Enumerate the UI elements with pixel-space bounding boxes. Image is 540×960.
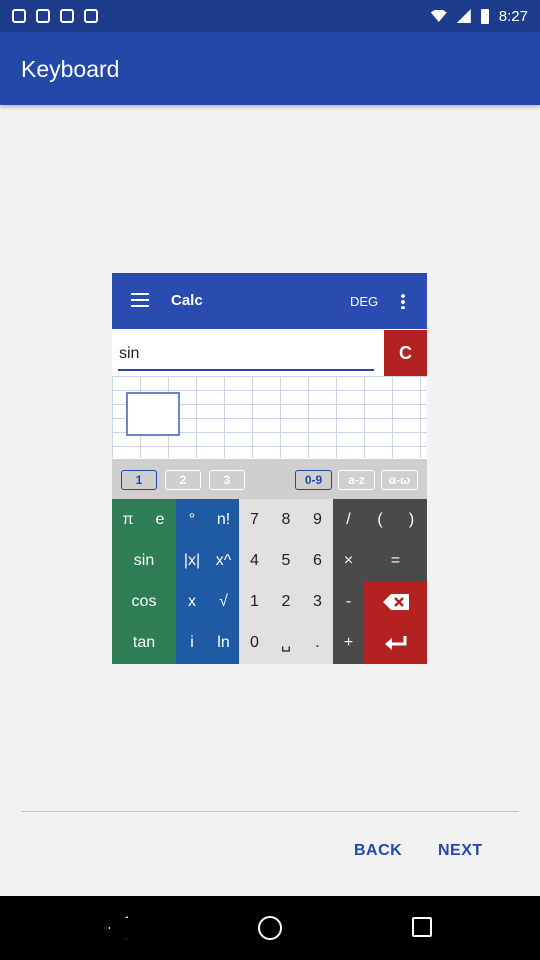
input-cursor-box [126, 392, 180, 436]
key-i: i [176, 622, 208, 664]
app-icon [36, 9, 50, 23]
nav-home-icon[interactable] [258, 916, 282, 940]
page-title: Keyboard [21, 56, 120, 82]
app-icon [60, 9, 74, 23]
key-7: 7 [239, 499, 270, 540]
enter-icon [364, 622, 427, 664]
system-nav-bar [0, 896, 540, 960]
signal-icon [456, 9, 471, 23]
more-icon [401, 293, 405, 309]
key-factorial: n! [208, 499, 239, 540]
key-e: e [144, 499, 176, 540]
preview-title: Calc [171, 292, 203, 309]
nav-recents-icon[interactable] [412, 917, 432, 937]
keyboard-tabs: 1 2 3 0-9 a-z α-ω [112, 459, 427, 499]
keyboard-preview-image: Calc DEG sin C 1 2 3 0-9 a-z α-ω π e ° n… [112, 273, 427, 664]
key-space: ␣ [270, 622, 302, 664]
divider [21, 811, 519, 812]
status-icons-left [12, 9, 98, 23]
app-icon [84, 9, 98, 23]
key-tan: tan [112, 622, 176, 664]
key-cos: cos [112, 581, 176, 622]
tab-1: 1 [121, 470, 157, 490]
app-bar: Keyboard [0, 32, 540, 105]
key-minus: - [333, 581, 364, 622]
input-underline [118, 369, 374, 371]
key-dot: . [302, 622, 333, 664]
key-right-paren: ) [396, 499, 427, 540]
key-1: 1 [239, 581, 270, 622]
key-plus: + [333, 622, 364, 664]
key-3: 3 [302, 581, 333, 622]
tab-digits: 0-9 [295, 470, 332, 490]
key-equals: = [364, 540, 427, 581]
battery-icon [480, 8, 489, 24]
angle-mode: DEG [350, 294, 379, 309]
tab-3: 3 [209, 470, 245, 490]
backspace-icon [364, 581, 427, 622]
preview-toolbar: Calc DEG [112, 273, 427, 329]
key-4: 4 [239, 540, 270, 581]
status-icons-right: 8:27 [430, 7, 528, 25]
status-time: 8:27 [498, 7, 528, 25]
key-5: 5 [270, 540, 302, 581]
menu-icon [131, 293, 149, 307]
key-ln: ln [208, 622, 239, 664]
key-divide: / [333, 499, 364, 540]
app-icon [12, 9, 26, 23]
key-sqrt: √ [208, 581, 239, 622]
tab-2: 2 [165, 470, 201, 490]
keyboard-keys: π e ° n! 7 8 9 / ( ) sin |x| x^ 4 5 6 × … [112, 499, 427, 664]
key-8: 8 [270, 499, 302, 540]
key-sin: sin [112, 540, 176, 581]
preview-input: sin [119, 345, 140, 362]
key-power: x^ [208, 540, 239, 581]
key-degree: ° [176, 499, 208, 540]
key-abs: |x| [176, 540, 208, 581]
key-multiply: × [333, 540, 364, 581]
key-pi: π [112, 499, 144, 540]
key-x: x [176, 581, 208, 622]
key-6: 6 [302, 540, 333, 581]
next-button[interactable]: NEXT [438, 842, 483, 860]
tab-greek: α-ω [381, 470, 418, 490]
key-left-paren: ( [364, 499, 396, 540]
back-button[interactable]: BACK [354, 842, 402, 860]
key-2: 2 [270, 581, 302, 622]
key-0: 0 [239, 622, 270, 664]
tab-latin: a-z [338, 470, 375, 490]
wifi-icon [430, 10, 447, 22]
key-9: 9 [302, 499, 333, 540]
status-bar: 8:27 [0, 0, 540, 32]
nav-back-icon[interactable] [108, 916, 128, 940]
clear-key: C [384, 330, 427, 376]
